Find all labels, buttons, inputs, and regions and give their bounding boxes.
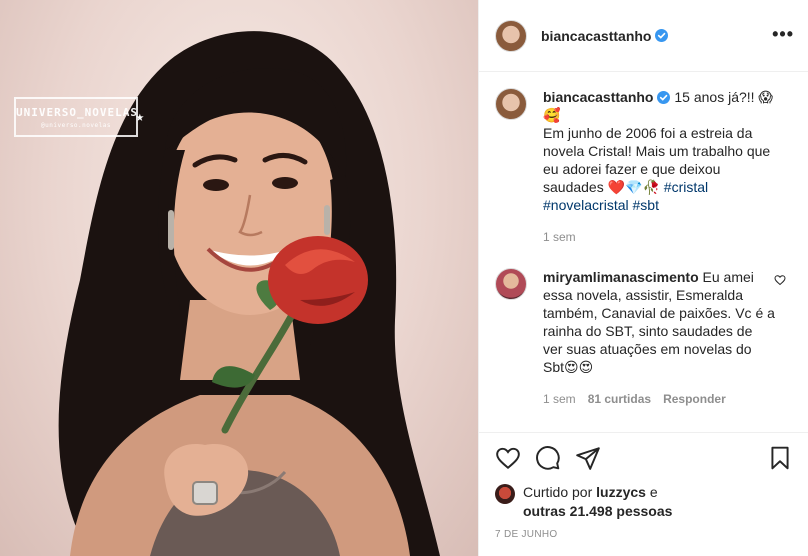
post-side-panel: biancacasttanho ••• biancacasttanho 15 a… [478,0,808,556]
caption-author-avatar[interactable] [495,88,527,120]
comment-timestamp[interactable]: 1 sem [543,390,576,408]
caption: biancacasttanho 15 anos já?!! 😱🥰 Em junh… [495,88,792,246]
commenter-username[interactable]: miryamlimanascimento [543,269,699,285]
hashtag-link[interactable]: #sbt [633,197,659,213]
portrait-illustration [58,31,440,556]
commenter-avatar[interactable] [495,268,527,300]
share-paper-plane-icon[interactable] [575,445,601,471]
liker-username[interactable]: luzzycs [596,484,646,500]
likes-text: Curtido por luzzycs e outras 21.498 pess… [523,483,672,521]
comment-meta: 1 sem 81 curtidas Responder [543,390,775,408]
post-date[interactable]: 7 DE JUNHO [495,529,793,540]
caption-meta: 1 sem [543,228,775,246]
post-header: biancacasttanho ••• [479,0,808,72]
likes-summary: Curtido por luzzycs e outras 21.498 pess… [495,483,793,521]
comment-bubble-icon[interactable] [535,445,561,471]
likes-connector: e [645,484,658,500]
likes-others-link[interactable]: outras 21.498 pessoas [523,503,672,519]
caption-body: biancacasttanho 15 anos já?!! 😱🥰 Em junh… [543,88,775,246]
post-photo[interactable]: UNIVERSO_NOVELAS @universo.novelas ★ [0,0,478,556]
author-username[interactable]: biancacasttanho [541,28,651,44]
watermark-text: UNIVERSO_NOVELAS [16,106,138,119]
hashtag-link[interactable]: #cristal [664,179,708,195]
like-comment-heart-icon[interactable] [774,274,786,286]
comment-likes-count[interactable]: 81 curtidas [588,390,651,408]
hashtag-link[interactable]: #novelacristal [543,197,629,213]
likes-prefix: Curtido por [523,484,597,500]
reply-button[interactable]: Responder [663,390,726,408]
post-actions: Curtido por luzzycs e outras 21.498 pess… [479,432,808,540]
author-avatar[interactable] [495,19,527,52]
verified-badge-icon [655,29,669,42]
caption-timestamp[interactable]: 1 sem [543,228,576,246]
caption-username[interactable]: biancacasttanho [543,89,653,105]
liker-avatar[interactable] [495,484,515,504]
action-bar [495,443,793,473]
caption-text: Em junho de 2006 foi a estreia da novela… [543,124,775,214]
comments-section: biancacasttanho 15 anos já?!! 😱🥰 Em junh… [479,72,808,432]
verified-badge-icon [657,91,671,104]
watermark-logo: UNIVERSO_NOVELAS @universo.novelas ★ [14,97,144,137]
comment-body: miryamlimanascimento Eu amei essa novela… [543,268,775,408]
star-icon: ★ [135,109,145,125]
instagram-post: UNIVERSO_NOVELAS @universo.novelas ★ bia… [0,0,808,556]
comment-item: miryamlimanascimento Eu amei essa novela… [495,268,792,408]
caption-body-text: Em junho de 2006 foi a estreia da novela… [543,125,771,195]
watermark-subtext: @universo.novelas [41,122,111,129]
like-heart-icon[interactable] [495,445,521,471]
more-options-button[interactable]: ••• [772,24,794,45]
save-bookmark-icon[interactable] [767,445,793,471]
